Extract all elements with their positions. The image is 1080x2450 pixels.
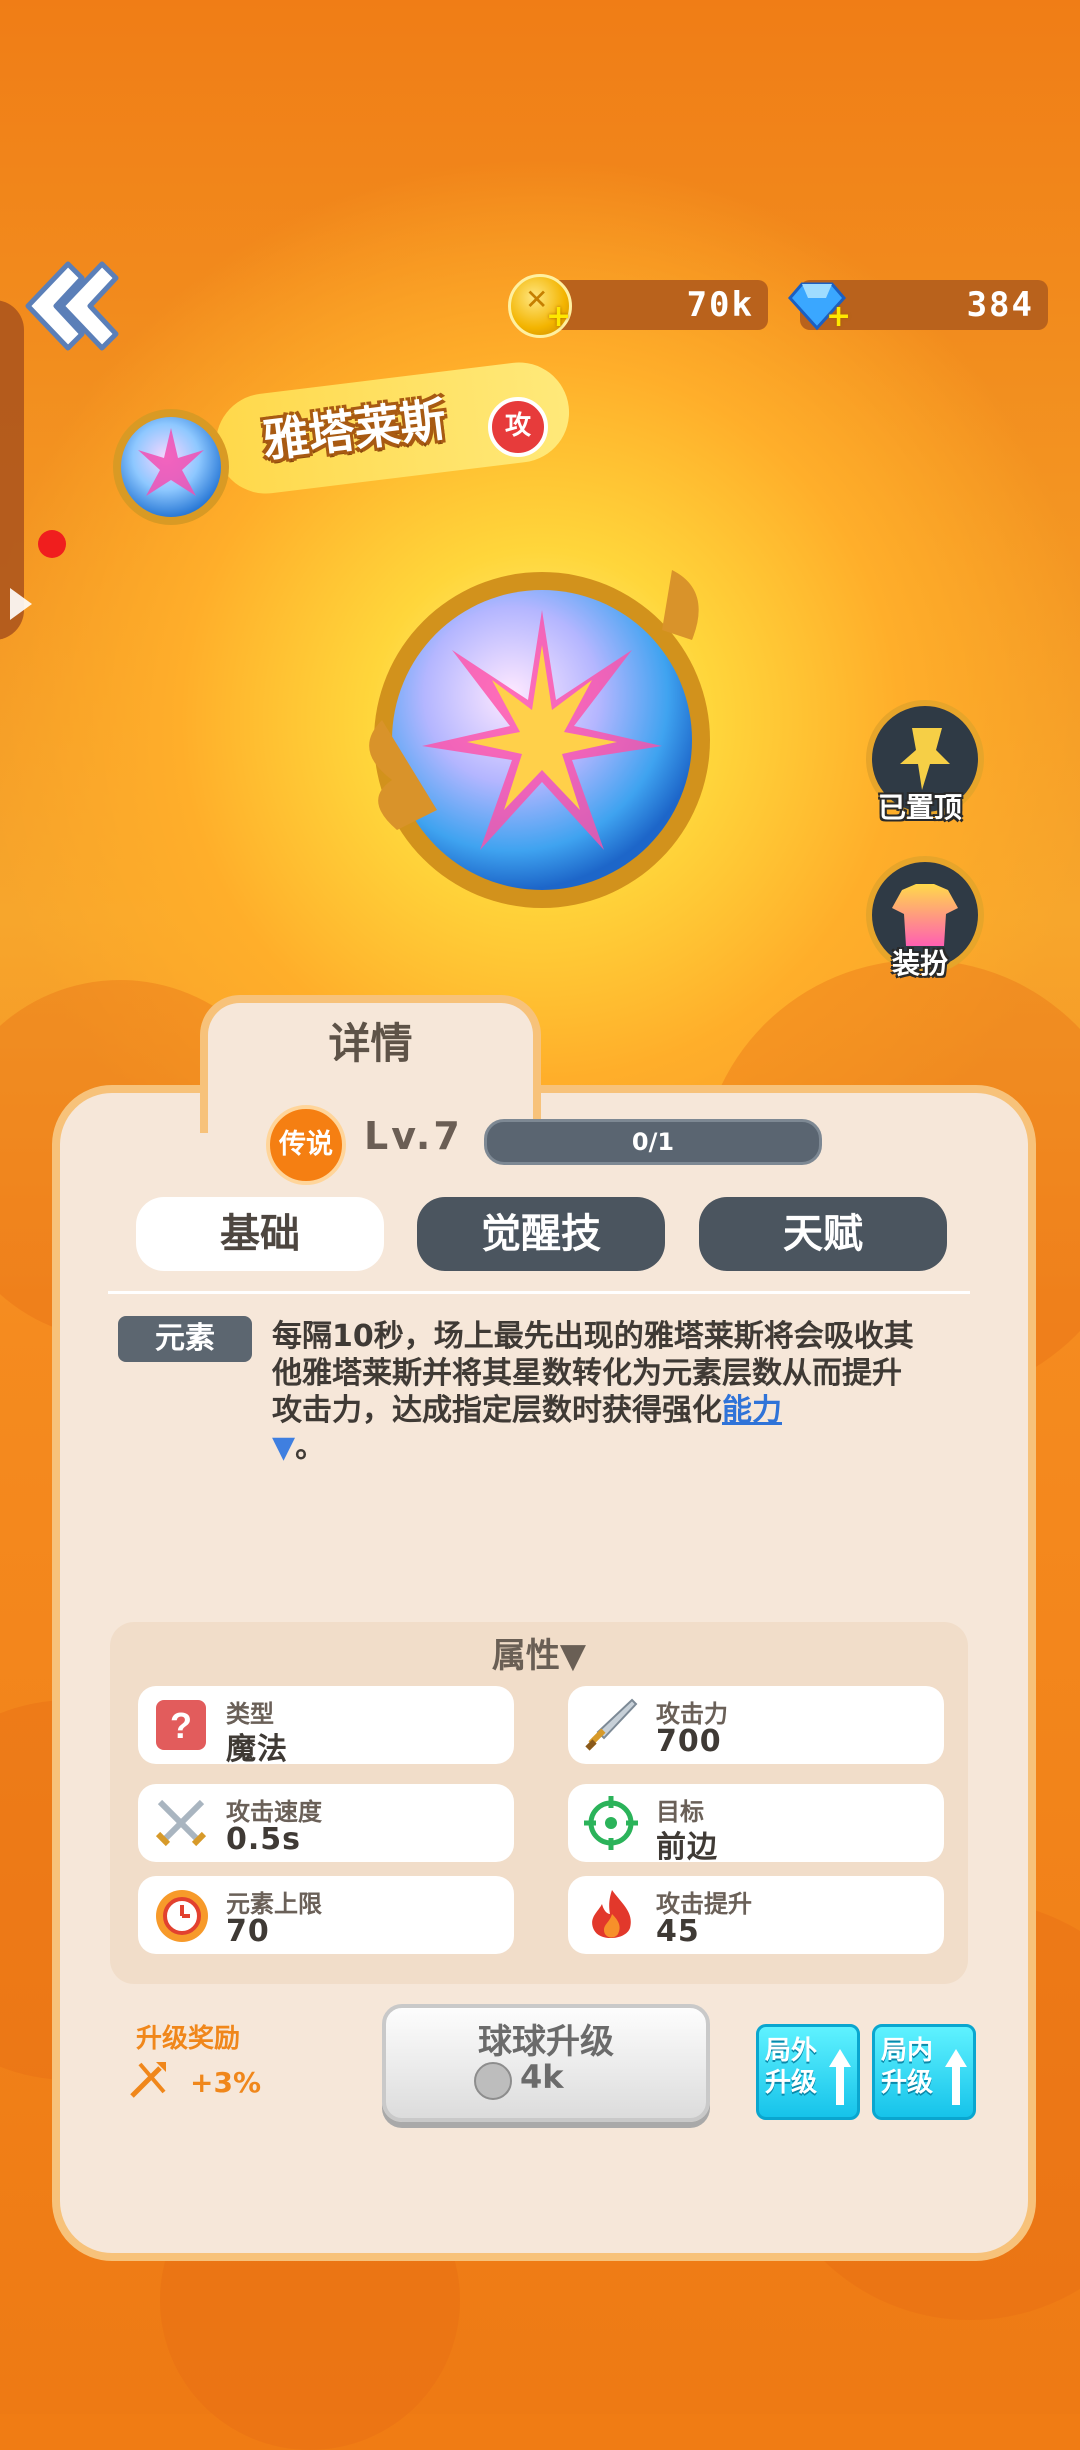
- back-arrow-icon[interactable]: [20, 258, 120, 354]
- attr-value: 0.5s: [226, 1822, 302, 1857]
- outside-upgrade-button[interactable]: 局外升级: [756, 2024, 860, 2120]
- tab-awaken-skill[interactable]: 觉醒技: [417, 1197, 665, 1271]
- expand-triangle-icon[interactable]: ▼: [272, 1430, 295, 1465]
- tab-basic[interactable]: 基础: [136, 1197, 384, 1271]
- divider: [108, 1291, 970, 1294]
- attr-value: 前边: [656, 1830, 718, 1865]
- attr-type: ? 类型 魔法: [138, 1686, 514, 1767]
- attr-element-cap: 元素上限 70: [138, 1876, 514, 1954]
- up-arrow-icon: [945, 2049, 967, 2105]
- inside-upgrade-button[interactable]: 局内升级: [872, 2024, 976, 2120]
- attr-value: 70: [226, 1914, 270, 1949]
- crossed-swords-icon: [155, 1799, 207, 1847]
- ball-upgrade-label: 球球升级: [478, 2022, 614, 2062]
- target-icon: [584, 1796, 638, 1850]
- star-progress-bar: 0/1: [484, 1119, 822, 1165]
- element-tag: 元素: [118, 1316, 252, 1362]
- attr-attack-boost: 攻击提升 45: [568, 1876, 944, 1954]
- outside-upgrade-label: 局外升级: [765, 2036, 818, 2098]
- up-arrow-icon: [829, 2049, 851, 2105]
- svg-text:?: ?: [170, 1705, 192, 1746]
- attr-value: 45: [656, 1914, 700, 1949]
- hero-small-icon: [113, 409, 229, 525]
- skill-description: 每隔10秒，场上最先出现的雅塔莱斯将会吸收其他雅塔莱斯并将其星数转化为元素层数从…: [272, 1318, 922, 1466]
- ability-link[interactable]: 能力: [722, 1393, 782, 1428]
- attr-value: 700: [656, 1724, 722, 1759]
- notification-dot: [38, 530, 66, 558]
- level-text: Lv.7: [364, 1114, 463, 1158]
- attr-value: 魔法: [226, 1732, 288, 1767]
- add-coins-icon[interactable]: +: [546, 302, 572, 332]
- description-end: 。: [295, 1430, 326, 1465]
- description-text: 每隔10秒，场上最先出现的雅塔莱斯将会吸收其他雅塔莱斯并将其星数转化为元素层数从…: [272, 1319, 914, 1428]
- rarity-badge: 传说: [266, 1105, 346, 1185]
- details-tab-label: 详情: [328, 1019, 413, 1068]
- clock-icon: [156, 1890, 208, 1942]
- attack-role-badge: 攻: [488, 397, 548, 457]
- coin-counter[interactable]: + 70k: [508, 274, 768, 338]
- gem-value: 384: [966, 285, 1034, 325]
- pin-label: 已置顶: [877, 791, 962, 824]
- skin-label: 装扮: [891, 947, 948, 980]
- upgrade-reward-value: +3%: [190, 2066, 261, 2099]
- sword-icon: [585, 1698, 638, 1751]
- coin-value: 70k: [686, 285, 754, 325]
- upgrade-reward-label: 升级奖励: [136, 2024, 241, 2054]
- attr-attack-speed: 攻击速度 0.5s: [138, 1784, 514, 1862]
- star-progress-text: 0/1: [631, 1128, 675, 1156]
- inside-upgrade-label: 局内升级: [881, 2036, 934, 2098]
- drawer-arrow-icon[interactable]: [10, 588, 32, 620]
- gem-counter[interactable]: + 384: [788, 280, 1048, 332]
- hero-orb-illustration: [369, 570, 710, 908]
- coin-icon: [474, 2062, 512, 2100]
- flame-icon: [592, 1890, 631, 1939]
- attack-boost-icon: [130, 2062, 166, 2098]
- attr-target: 目标 前边: [568, 1784, 944, 1865]
- attr-attack: 攻击力 700: [568, 1686, 944, 1764]
- tab-talent[interactable]: 天赋: [699, 1197, 947, 1271]
- upgrade-cost: 4k: [520, 2058, 564, 2096]
- add-gems-icon[interactable]: +: [826, 302, 852, 332]
- question-icon: ?: [156, 1700, 206, 1750]
- attributes-title[interactable]: 属性▼: [110, 1628, 968, 1677]
